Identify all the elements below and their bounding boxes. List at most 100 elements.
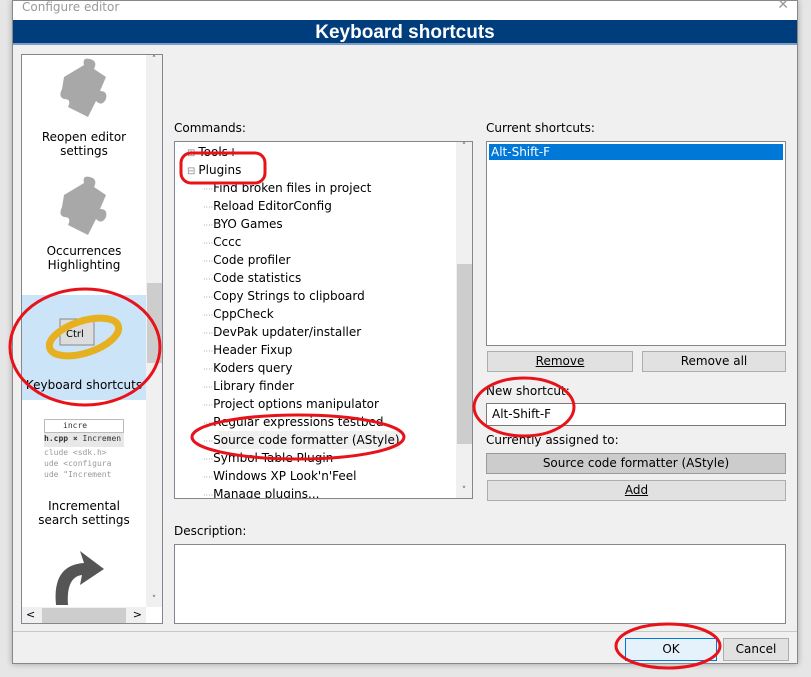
sidebar-item-label: Occurrences Highlighting xyxy=(46,244,122,272)
tree-item[interactable]: ····Symbol Table Plugin xyxy=(203,449,333,467)
scroll-thumb[interactable] xyxy=(457,264,472,444)
scroll-up-icon[interactable]: ˄ xyxy=(146,55,162,65)
tree-item[interactable]: ····Source code formatter (AStyle) xyxy=(203,431,400,449)
collapse-icon[interactable]: ⊟ xyxy=(187,166,195,177)
incremental-search-icon: incre h.cpp × Incremen clude <sdk.h> ude … xyxy=(44,419,124,497)
cancel-button[interactable]: Cancel xyxy=(723,638,789,661)
tree-item-label: Code statistics xyxy=(213,271,302,285)
tree-item[interactable]: ····Reload EditorConfig xyxy=(203,197,332,215)
scroll-thumb[interactable] xyxy=(42,608,126,623)
commands-tree[interactable]: ⊞ Tools+ ⊟ Plugins ····Find broken files in … xyxy=(174,141,473,499)
tree-item[interactable]: ····Code profiler xyxy=(203,251,291,269)
scroll-up-icon[interactable]: ˄ xyxy=(456,142,472,152)
tree-item[interactable]: ····Code statistics xyxy=(203,269,301,287)
sidebar-horizontal-scrollbar[interactable]: < > xyxy=(22,607,146,623)
close-icon[interactable]: ✕ xyxy=(777,0,789,12)
tree-item[interactable]: ····Library finder xyxy=(203,377,294,395)
tree-item-label: Source code formatter (AStyle) xyxy=(213,433,400,447)
shortcut-list-item[interactable]: Alt-Shift-F xyxy=(489,144,783,160)
ok-button[interactable]: OK xyxy=(625,638,717,661)
remove-all-button[interactable]: Remove all xyxy=(642,351,786,372)
sidebar-item-occurrences-highlighting[interactable]: Occurrences Highlighting xyxy=(22,175,146,272)
add-button[interactable]: Add xyxy=(487,480,786,501)
tree-item-label: Code profiler xyxy=(213,253,291,267)
commands-label: Commands: xyxy=(174,121,246,135)
sidebar-item-incremental-search[interactable]: incre h.cpp × Incremen clude <sdk.h> ude … xyxy=(22,419,146,527)
tree-item[interactable]: ····Manage plugins... xyxy=(203,485,319,498)
tree-connector: ···· xyxy=(203,203,214,212)
tree-connector: ···· xyxy=(203,383,214,392)
sidebar-item-refactor[interactable] xyxy=(22,545,146,608)
sidebar-vertical-scrollbar[interactable]: ˄ ˅ xyxy=(146,55,162,607)
tree-item[interactable]: ····Cccc xyxy=(203,233,241,251)
tree-connector: ···· xyxy=(203,437,214,446)
puzzle-icon xyxy=(60,58,107,117)
tree-item-label: Windows XP Look'n'Feel xyxy=(213,469,357,483)
scroll-left-icon[interactable]: < xyxy=(26,608,35,621)
remove-label: Remove xyxy=(535,354,585,368)
tree-item-label: Header Fixup xyxy=(213,343,293,357)
tree-item[interactable]: ····Copy Strings to clipboard xyxy=(203,287,365,305)
description-box xyxy=(174,544,786,624)
tree-item[interactable]: ····DevPak updater/installer xyxy=(203,323,361,341)
tree-connector: ···· xyxy=(203,293,214,302)
tree-item-label: Library finder xyxy=(213,379,295,393)
tree-connector: ···· xyxy=(203,473,214,482)
configure-editor-dialog: Configure editor ✕ Keyboard shortcuts Reo… xyxy=(12,0,798,664)
tree-connector: ···· xyxy=(203,455,214,464)
tree-item-label: Find broken files in project xyxy=(213,181,372,195)
svg-text:Ctrl: Ctrl xyxy=(66,329,84,340)
scroll-down-icon[interactable]: ˅ xyxy=(146,595,162,605)
tree-connector: ···· xyxy=(203,311,214,320)
remove-button[interactable]: Remove xyxy=(487,351,633,372)
tree-item[interactable]: ⊟ Plugins xyxy=(187,161,241,179)
tree-item-label: Cccc xyxy=(213,235,242,249)
page-banner: Keyboard shortcuts xyxy=(13,20,797,45)
scroll-thumb[interactable] xyxy=(147,283,162,363)
tree-item-label: Reload EditorConfig xyxy=(213,199,332,213)
description-label: Description: xyxy=(174,524,247,538)
new-shortcut-input[interactable]: Alt-Shift-F xyxy=(486,403,786,426)
tree-item[interactable]: ····CppCheck xyxy=(203,305,274,323)
scroll-down-icon[interactable]: ˅ xyxy=(456,486,472,496)
tree-item[interactable]: ····BYO Games xyxy=(203,215,283,233)
title-bar: Configure editor ✕ xyxy=(13,0,797,20)
tree-item-label: Project options manipulator xyxy=(213,397,379,411)
currently-assigned-label: Currently assigned to: xyxy=(486,433,619,447)
tree-item[interactable]: ····Header Fixup xyxy=(203,341,292,359)
tree-item[interactable]: ····Project options manipulator xyxy=(203,395,379,413)
tree-connector: ···· xyxy=(203,365,214,374)
tree-item-label: Plugins xyxy=(198,163,242,177)
tree-connector: ···· xyxy=(203,221,214,230)
tree-item-label: Tools+ xyxy=(198,145,239,159)
tree-connector: ···· xyxy=(203,239,214,248)
tree-item[interactable]: ····Find broken files in project xyxy=(203,179,371,197)
refactor-arrow-icon xyxy=(55,551,104,605)
tree-item[interactable]: ····Regular expressions testbed xyxy=(203,413,383,431)
commands-scrollbar[interactable]: ˄ ˅ xyxy=(456,142,472,498)
sidebar-item-reopen-editor[interactable]: Reopen editor settings xyxy=(22,55,146,158)
tree-item[interactable]: ····Windows XP Look'n'Feel xyxy=(203,467,356,485)
currently-assigned-value: Source code formatter (AStyle) xyxy=(486,453,786,474)
sidebar-item-label: Incremental search settings xyxy=(38,499,130,527)
current-shortcuts-list[interactable]: Alt-Shift-F xyxy=(486,141,786,346)
tree-item-label: BYO Games xyxy=(213,217,283,231)
tree-item[interactable]: ⊞ Tools+ xyxy=(187,143,238,161)
keyboard-ring-icon: Ctrl xyxy=(45,314,123,360)
tree-connector: ···· xyxy=(203,275,214,284)
tree-item[interactable]: ····Koders query xyxy=(203,359,292,377)
puzzle-icon xyxy=(60,176,107,235)
tree-item-label: DevPak updater/installer xyxy=(213,325,362,339)
settings-category-list[interactable]: Reopen editor settings Occurrences Highl… xyxy=(21,54,163,624)
tree-connector: ···· xyxy=(203,329,214,338)
sidebar-item-keyboard-shortcuts[interactable]: Ctrl Keyboard shortcuts xyxy=(22,295,146,400)
expand-icon[interactable]: ⊞ xyxy=(187,148,195,159)
tree-connector: ···· xyxy=(203,491,214,499)
tree-connector: ···· xyxy=(203,347,214,356)
tree-connector: ···· xyxy=(203,419,214,428)
tree-item-label: CppCheck xyxy=(213,307,274,321)
new-shortcut-label: New shortcut: xyxy=(486,384,570,398)
scroll-right-icon[interactable]: > xyxy=(133,608,142,621)
tree-item-label: Koders query xyxy=(213,361,293,375)
sidebar-item-label: Keyboard shortcuts xyxy=(25,378,143,392)
